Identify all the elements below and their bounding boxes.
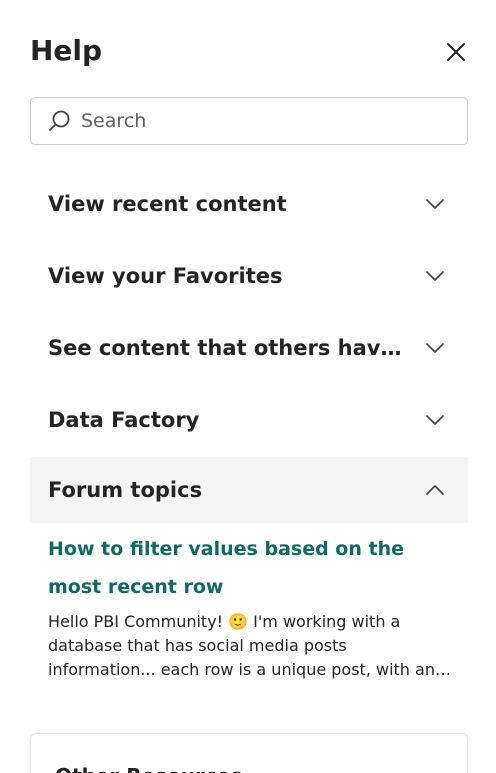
chevron-up-icon [424,479,446,501]
forum-topic-link[interactable]: How to filter values based on the most r… [48,530,458,606]
section-label: See content that others have sh... [48,336,410,360]
search-input[interactable] [81,110,441,132]
search-box[interactable] [30,97,468,145]
chevron-down-icon [424,409,446,431]
section-view-your-favorites[interactable]: View your Favorites [30,243,468,309]
chevron-down-icon [424,193,446,215]
help-header: Help [30,34,470,74]
forum-topic-snippet: Hello PBI Community! 🙂 I'm working with … [48,612,435,679]
chevron-down-icon [424,337,446,359]
section-label: Data Factory [48,408,200,432]
search-icon [48,108,74,134]
section-label: View your Favorites [48,264,283,288]
section-forum-topics[interactable]: Forum topics [30,457,468,523]
section-view-recent-content[interactable]: View recent content [30,171,468,237]
chevron-down-icon [424,265,446,287]
other-resources-title: Other Resources [55,764,242,773]
help-panel: Help View recent content View your Favor… [0,0,496,773]
section-label: View recent content [48,192,287,216]
close-icon [446,42,466,66]
forum-topic-item: How to filter values based on the most r… [48,530,458,682]
section-shared-content[interactable]: See content that others have sh... [30,315,468,381]
close-button[interactable] [440,38,472,70]
section-label: Forum topics [48,478,203,502]
section-data-factory[interactable]: Data Factory [30,387,468,453]
other-resources-card: Other Resources [30,733,468,773]
panel-title: Help [30,34,103,67]
